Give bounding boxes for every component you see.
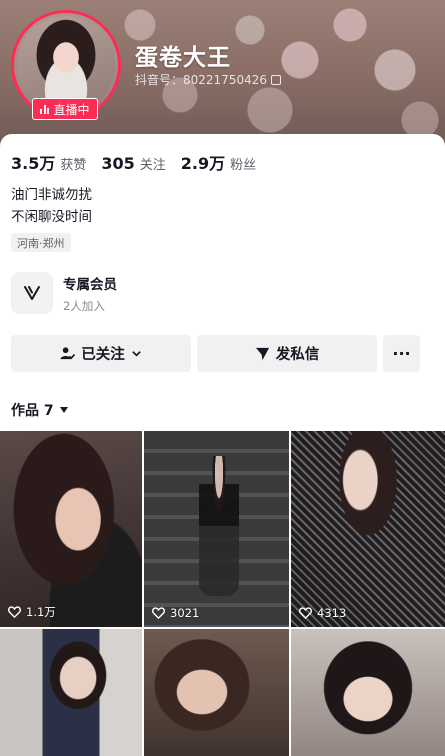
profile-card: 3.5万 获赞 305 关注 2.9万 粉丝 油门非诚勿扰 不闲聊没时间 河南·… xyxy=(0,134,445,756)
work-tile[interactable] xyxy=(144,629,289,756)
stat-followers[interactable]: 2.9万 粉丝 xyxy=(181,150,256,174)
profile-header-banner: 直播中 蛋卷大王 抖音号：80221750426 xyxy=(0,0,445,150)
live-bars-icon xyxy=(40,104,50,114)
stat-label: 关注 xyxy=(139,158,166,173)
work-tile[interactable] xyxy=(291,629,445,756)
profile-nickname: 蛋卷大王 xyxy=(135,45,231,71)
send-message-label: 发私信 xyxy=(275,347,320,363)
work-tile[interactable] xyxy=(0,629,142,756)
work-tile[interactable]: 4313 xyxy=(291,431,445,627)
work-likes: 4313 xyxy=(299,606,346,620)
works-tab[interactable]: 作品 7 xyxy=(11,400,69,420)
member-v-icon xyxy=(11,272,53,314)
stat-label: 粉丝 xyxy=(230,158,257,173)
location-tag: 河南·郑州 xyxy=(11,233,71,252)
stat-value: 2.9万 xyxy=(180,154,226,173)
live-badge[interactable]: 直播中 xyxy=(32,98,98,120)
stat-value: 3.5万 xyxy=(11,154,56,173)
more-options-button[interactable]: ··· xyxy=(383,335,420,372)
heart-icon xyxy=(8,606,21,618)
work-tile[interactable]: 1.1万 xyxy=(0,431,142,627)
stat-likes[interactable]: 3.5万 获赞 xyxy=(11,150,86,174)
profile-bio: 油门非诚勿扰 不闲聊没时间 xyxy=(11,184,92,228)
member-title: 专属会员 xyxy=(63,276,117,293)
caret-down-icon xyxy=(59,407,68,413)
bio-line: 油门非诚勿扰 xyxy=(11,187,92,203)
more-icon: ··· xyxy=(392,344,411,363)
work-likes: 1.1万 xyxy=(8,604,56,620)
following-button[interactable]: 已关注 xyxy=(11,335,191,372)
work-likes: 3021 xyxy=(152,606,199,620)
user-check-icon xyxy=(60,347,76,360)
bio-line: 不闲聊没时间 xyxy=(11,209,92,225)
douyin-id[interactable]: 抖音号：80221750426 xyxy=(135,71,281,88)
work-likes-count: 3021 xyxy=(170,606,200,620)
stat-label: 获赞 xyxy=(60,158,87,173)
works-tab-label: 作品 7 xyxy=(11,403,54,419)
exclusive-member-entry[interactable]: 专属会员 2人加入 xyxy=(11,272,117,314)
stat-following[interactable]: 305 关注 xyxy=(101,154,165,173)
following-button-label: 已关注 xyxy=(81,347,125,363)
heart-icon xyxy=(299,607,312,619)
member-count: 2人加入 xyxy=(63,298,105,313)
work-tile[interactable]: 3021 xyxy=(144,431,289,627)
profile-stats: 3.5万 获赞 305 关注 2.9万 粉丝 xyxy=(11,150,256,174)
chevron-down-icon xyxy=(131,351,141,357)
live-badge-label: 直播中 xyxy=(53,102,90,117)
send-icon xyxy=(255,347,269,361)
heart-icon xyxy=(152,607,165,619)
copy-icon[interactable] xyxy=(270,74,281,85)
work-likes-count: 4313 xyxy=(317,606,347,620)
stat-value: 305 xyxy=(101,154,135,173)
send-message-button[interactable]: 发私信 xyxy=(197,335,377,372)
work-likes-count: 1.1万 xyxy=(26,605,56,619)
douyin-id-text: 抖音号：80221750426 xyxy=(135,73,267,87)
